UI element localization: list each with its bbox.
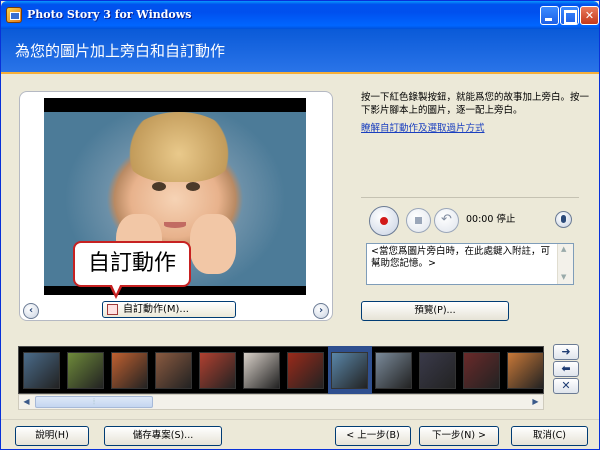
callout-pointer (109, 283, 123, 299)
maximize-button[interactable] (560, 6, 579, 25)
minimize-button[interactable] (540, 6, 559, 25)
recording-status: 00:00 停止 (466, 211, 515, 225)
filmstrip-thumbnail[interactable] (507, 352, 544, 389)
notes-scrollbar[interactable] (557, 244, 573, 284)
wizard-header: 為您的圖片加上旁白和自訂動作 (1, 29, 599, 72)
previous-picture-button[interactable]: ‹ (23, 303, 39, 319)
move-left-icon[interactable]: ⬅ (553, 361, 579, 377)
photo-eye-right (186, 182, 200, 191)
recording-state: 停止 (496, 214, 516, 225)
scroll-thumb[interactable]: ⦙ (35, 396, 153, 408)
callout-annotation: 自訂動作 (73, 241, 191, 287)
learn-more-link[interactable]: 瞭解自訂動作及選取過片方式 (361, 120, 485, 134)
filmstrip (18, 346, 544, 394)
next-picture-button[interactable]: › (313, 303, 329, 319)
photo-hand-right (190, 214, 236, 274)
preview-button[interactable]: 預覽(P)... (361, 301, 509, 321)
filmstrip-thumbnail[interactable] (375, 352, 412, 389)
photo-eye-left (152, 182, 166, 191)
photo-story-window: Photo Story 3 for Windows 為您的圖片加上旁白和自訂動作… (0, 0, 600, 450)
filmstrip-thumbnail[interactable] (199, 352, 236, 389)
stop-recording-button[interactable] (406, 208, 431, 233)
custom-motion-icon (107, 304, 118, 315)
filmstrip-thumbnail[interactable] (23, 352, 60, 389)
back-button[interactable]: < 上一步(B) (335, 426, 411, 446)
filmstrip-thumbnail[interactable] (287, 352, 324, 389)
recording-time: 00:00 (466, 214, 494, 225)
filmstrip-thumbnail[interactable] (111, 352, 148, 389)
record-narration-button[interactable] (369, 206, 399, 236)
undo-narration-button[interactable]: ↶ (434, 208, 459, 233)
instructions-text: 按一下紅色錄製按鈕，就能爲您的故事加上旁白。按一下影片腳本上的圖片，逐一配上旁白… (361, 92, 590, 116)
title-bar: Photo Story 3 for Windows (1, 1, 599, 29)
help-button[interactable]: 說明(H) (15, 426, 89, 446)
window-title: Photo Story 3 for Windows (27, 8, 192, 21)
app-icon (6, 7, 22, 23)
filmstrip-thumbnail[interactable] (155, 352, 192, 389)
filmstrip-thumbnail[interactable] (243, 352, 280, 389)
cancel-button[interactable]: 取消(C) (511, 426, 588, 446)
footer-divider (1, 419, 599, 420)
header-divider (1, 72, 599, 74)
photo-mouth (164, 222, 186, 228)
filmstrip-thumbnail[interactable] (463, 352, 500, 389)
page-title: 為您的圖片加上旁白和自訂動作 (15, 42, 226, 60)
photo-hair (124, 112, 234, 182)
scroll-left-arrow[interactable]: ◀ (20, 396, 33, 408)
next-button[interactable]: 下一步(N) > (419, 426, 499, 446)
filmstrip-thumbnail[interactable] (331, 352, 368, 389)
narration-notes-textbox[interactable]: <當您爲圖片旁白時，在此處鍵入附註，可幫助您記憶。> (366, 243, 574, 285)
move-right-icon[interactable]: ➜ (553, 344, 579, 360)
save-project-button[interactable]: 儲存專案(S)... (104, 426, 222, 446)
remove-picture-icon[interactable]: ✕ (553, 378, 579, 394)
custom-motion-label: 自訂動作(M)... (123, 304, 189, 315)
filmstrip-scrollbar[interactable]: ◀ ⦙ ▶ (18, 394, 544, 410)
custom-motion-button[interactable]: 自訂動作(M)... (102, 301, 236, 318)
filmstrip-thumbnail[interactable] (419, 352, 456, 389)
filmstrip-thumbnail[interactable] (67, 352, 104, 389)
microphone-icon[interactable] (555, 211, 572, 228)
close-button[interactable] (580, 6, 599, 25)
scroll-right-arrow[interactable]: ▶ (529, 396, 542, 408)
